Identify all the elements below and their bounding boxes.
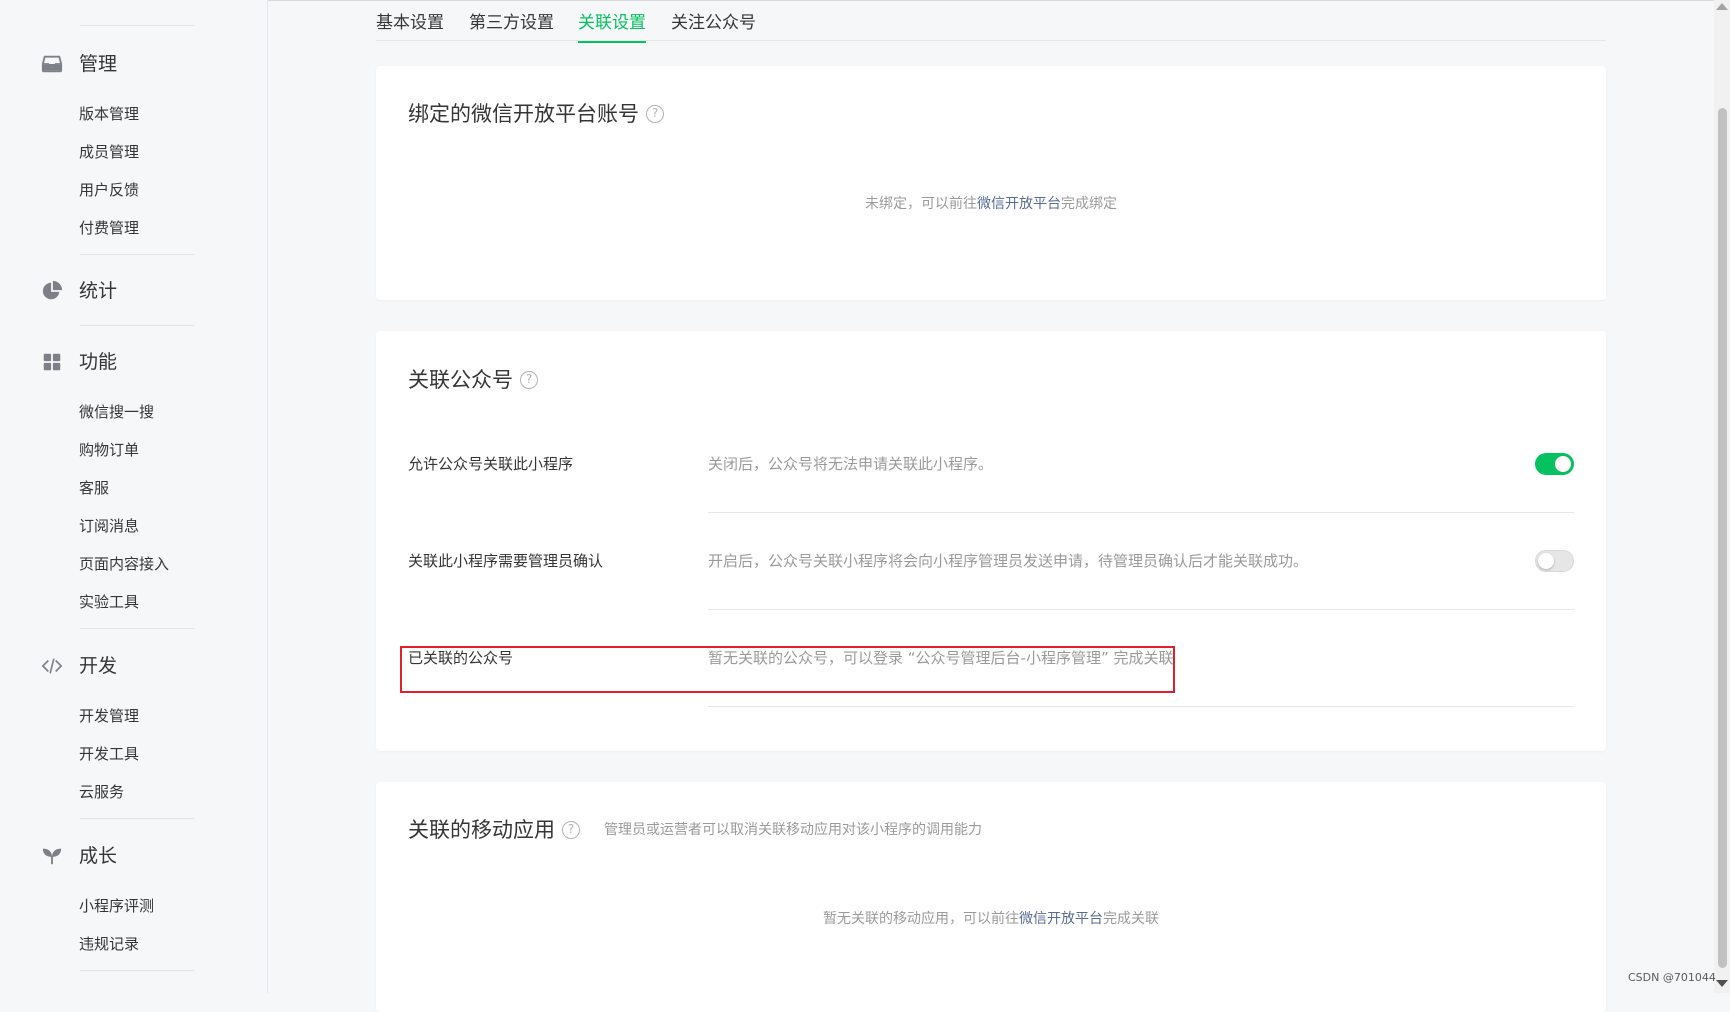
sprout-icon xyxy=(41,845,63,867)
row-label: 关联此小程序需要管理员确认 xyxy=(408,552,604,570)
help-icon[interactable]: ? xyxy=(646,105,664,123)
sidebar-group-head[interactable]: 管理 xyxy=(0,49,268,79)
open-platform-link[interactable]: 微信开放平台 xyxy=(977,196,1061,212)
sidebar-group-title: 功能 xyxy=(79,351,118,373)
sidebar-group-head[interactable]: 统计 xyxy=(0,276,268,306)
help-icon[interactable]: ? xyxy=(562,821,580,839)
pie-chart-icon xyxy=(41,280,63,302)
tab-third-party-settings[interactable]: 第三方设置 xyxy=(469,12,554,34)
sidebar-divider xyxy=(80,818,194,819)
sidebar-item-feedback[interactable]: 用户反馈 xyxy=(79,180,139,200)
card-title: 关联公众号 ? xyxy=(408,366,538,394)
mobile-app-title: 关联的移动应用 xyxy=(408,818,555,842)
tab-underline xyxy=(376,40,1606,41)
admin-confirm-toggle[interactable] xyxy=(1535,550,1574,572)
sidebar-divider xyxy=(80,325,194,326)
sidebar-item-dev-tools[interactable]: 开发工具 xyxy=(79,744,139,764)
grid-icon xyxy=(41,351,63,373)
open-platform-empty: 未绑定，可以前往微信开放平台完成绑定 xyxy=(376,194,1606,214)
row-description: 开启后，公众号关联小程序将会向小程序管理员发送申请，待管理员确认后才能关联成功。 xyxy=(708,552,1309,570)
toggle-knob xyxy=(1555,456,1571,472)
sidebar-group-head[interactable]: 功能 xyxy=(0,347,268,377)
card-title: 关联的移动应用 ? 管理员或运营者可以取消关联移动应用对该小程序的调用能力 xyxy=(408,816,982,844)
sidebar: 管理 版本管理 成员管理 用户反馈 付费管理 统计 功能 微信搜一搜 购物订单 … xyxy=(0,0,268,993)
row-label: 允许公众号关联此小程序 xyxy=(408,455,574,473)
sidebar-group-title: 管理 xyxy=(79,53,118,75)
sidebar-item-cloud[interactable]: 云服务 xyxy=(79,782,124,802)
sidebar-divider xyxy=(80,25,194,26)
sidebar-item-service[interactable]: 客服 xyxy=(79,478,109,498)
sidebar-item-evaluation[interactable]: 小程序评测 xyxy=(79,896,154,916)
sidebar-item-page-content[interactable]: 页面内容接入 xyxy=(79,554,169,574)
mobile-app-card: 关联的移动应用 ? 管理员或运营者可以取消关联移动应用对该小程序的调用能力 暂无… xyxy=(376,782,1606,1012)
sidebar-group-title: 开发 xyxy=(79,655,118,677)
row-description: 关闭后，公众号将无法申请关联此小程序。 xyxy=(708,455,994,473)
open-platform-card: 绑定的微信开放平台账号 ? 未绑定，可以前往微信开放平台完成绑定 xyxy=(376,66,1606,300)
sidebar-group-title: 成长 xyxy=(79,845,118,867)
empty-text-prefix: 未绑定，可以前往 xyxy=(865,196,977,212)
sidebar-item-payment[interactable]: 付费管理 xyxy=(79,218,139,238)
mobile-app-subtitle: 管理员或运营者可以取消关联移动应用对该小程序的调用能力 xyxy=(604,822,982,838)
scroll-down-arrow[interactable] xyxy=(1716,980,1728,987)
official-account-card: 关联公众号 ? 允许公众号关联此小程序 关闭后，公众号将无法申请关联此小程序。 … xyxy=(376,331,1606,751)
sidebar-item-lab[interactable]: 实验工具 xyxy=(79,592,139,612)
sidebar-item-search[interactable]: 微信搜一搜 xyxy=(79,402,154,422)
watermark-text: CSDN @701044 xyxy=(1628,971,1716,984)
tab-follow-official-account[interactable]: 关注公众号 xyxy=(671,12,756,34)
empty-text-suffix: 完成绑定 xyxy=(1061,196,1117,212)
empty-text-suffix: 完成关联 xyxy=(1103,911,1159,927)
sidebar-item-orders[interactable]: 购物订单 xyxy=(79,440,139,460)
setting-row-admin-confirm: 关联此小程序需要管理员确认 开启后，公众号关联小程序将会向小程序管理员发送申请，… xyxy=(408,513,1574,610)
card-title: 绑定的微信开放平台账号 ? xyxy=(408,100,664,128)
row-label: 已关联的公众号 xyxy=(408,649,514,667)
row-description: 暂无关联的公众号，可以登录 “公众号管理后台-小程序管理” 完成关联 xyxy=(708,649,1174,667)
sidebar-item-violations[interactable]: 违规记录 xyxy=(79,934,139,954)
sidebar-group-head[interactable]: 开发 xyxy=(0,651,268,681)
setting-row-linked-accounts: 已关联的公众号 暂无关联的公众号，可以登录 “公众号管理后台-小程序管理” 完成… xyxy=(408,610,1574,707)
open-platform-link[interactable]: 微信开放平台 xyxy=(1019,911,1103,927)
sidebar-divider xyxy=(80,970,194,971)
scroll-up-arrow[interactable] xyxy=(1716,3,1728,10)
code-icon xyxy=(41,655,63,677)
sidebar-partial-item xyxy=(41,0,191,5)
help-icon[interactable]: ? xyxy=(520,371,538,389)
row-separator xyxy=(708,706,1574,707)
settings-tabs: 基本设置 第三方设置 关联设置 关注公众号 xyxy=(376,8,1606,43)
sidebar-divider xyxy=(80,254,194,255)
allow-association-toggle[interactable] xyxy=(1535,453,1574,475)
sidebar-group-head[interactable]: 成长 xyxy=(0,841,268,871)
tab-basic-settings[interactable]: 基本设置 xyxy=(376,12,444,34)
inbox-icon xyxy=(41,53,63,75)
sidebar-group-title: 统计 xyxy=(79,280,118,302)
empty-text-prefix: 暂无关联的移动应用，可以前往 xyxy=(823,911,1019,927)
sidebar-item-version[interactable]: 版本管理 xyxy=(79,104,139,124)
official-account-title: 关联公众号 xyxy=(408,368,513,392)
tab-association-settings[interactable]: 关联设置 xyxy=(578,12,646,43)
sidebar-divider xyxy=(80,628,194,629)
scrollbar-thumb[interactable] xyxy=(1718,108,1727,968)
setting-row-allow-association: 允许公众号关联此小程序 关闭后，公众号将无法申请关联此小程序。 xyxy=(408,416,1574,513)
sidebar-item-dev-manage[interactable]: 开发管理 xyxy=(79,706,139,726)
toggle-knob xyxy=(1538,553,1554,569)
mobile-app-empty: 暂无关联的移动应用，可以前往微信开放平台完成关联 xyxy=(376,909,1606,929)
sidebar-item-members[interactable]: 成员管理 xyxy=(79,142,139,162)
sidebar-item-subscribe[interactable]: 订阅消息 xyxy=(79,516,139,536)
open-platform-title: 绑定的微信开放平台账号 xyxy=(408,102,639,126)
